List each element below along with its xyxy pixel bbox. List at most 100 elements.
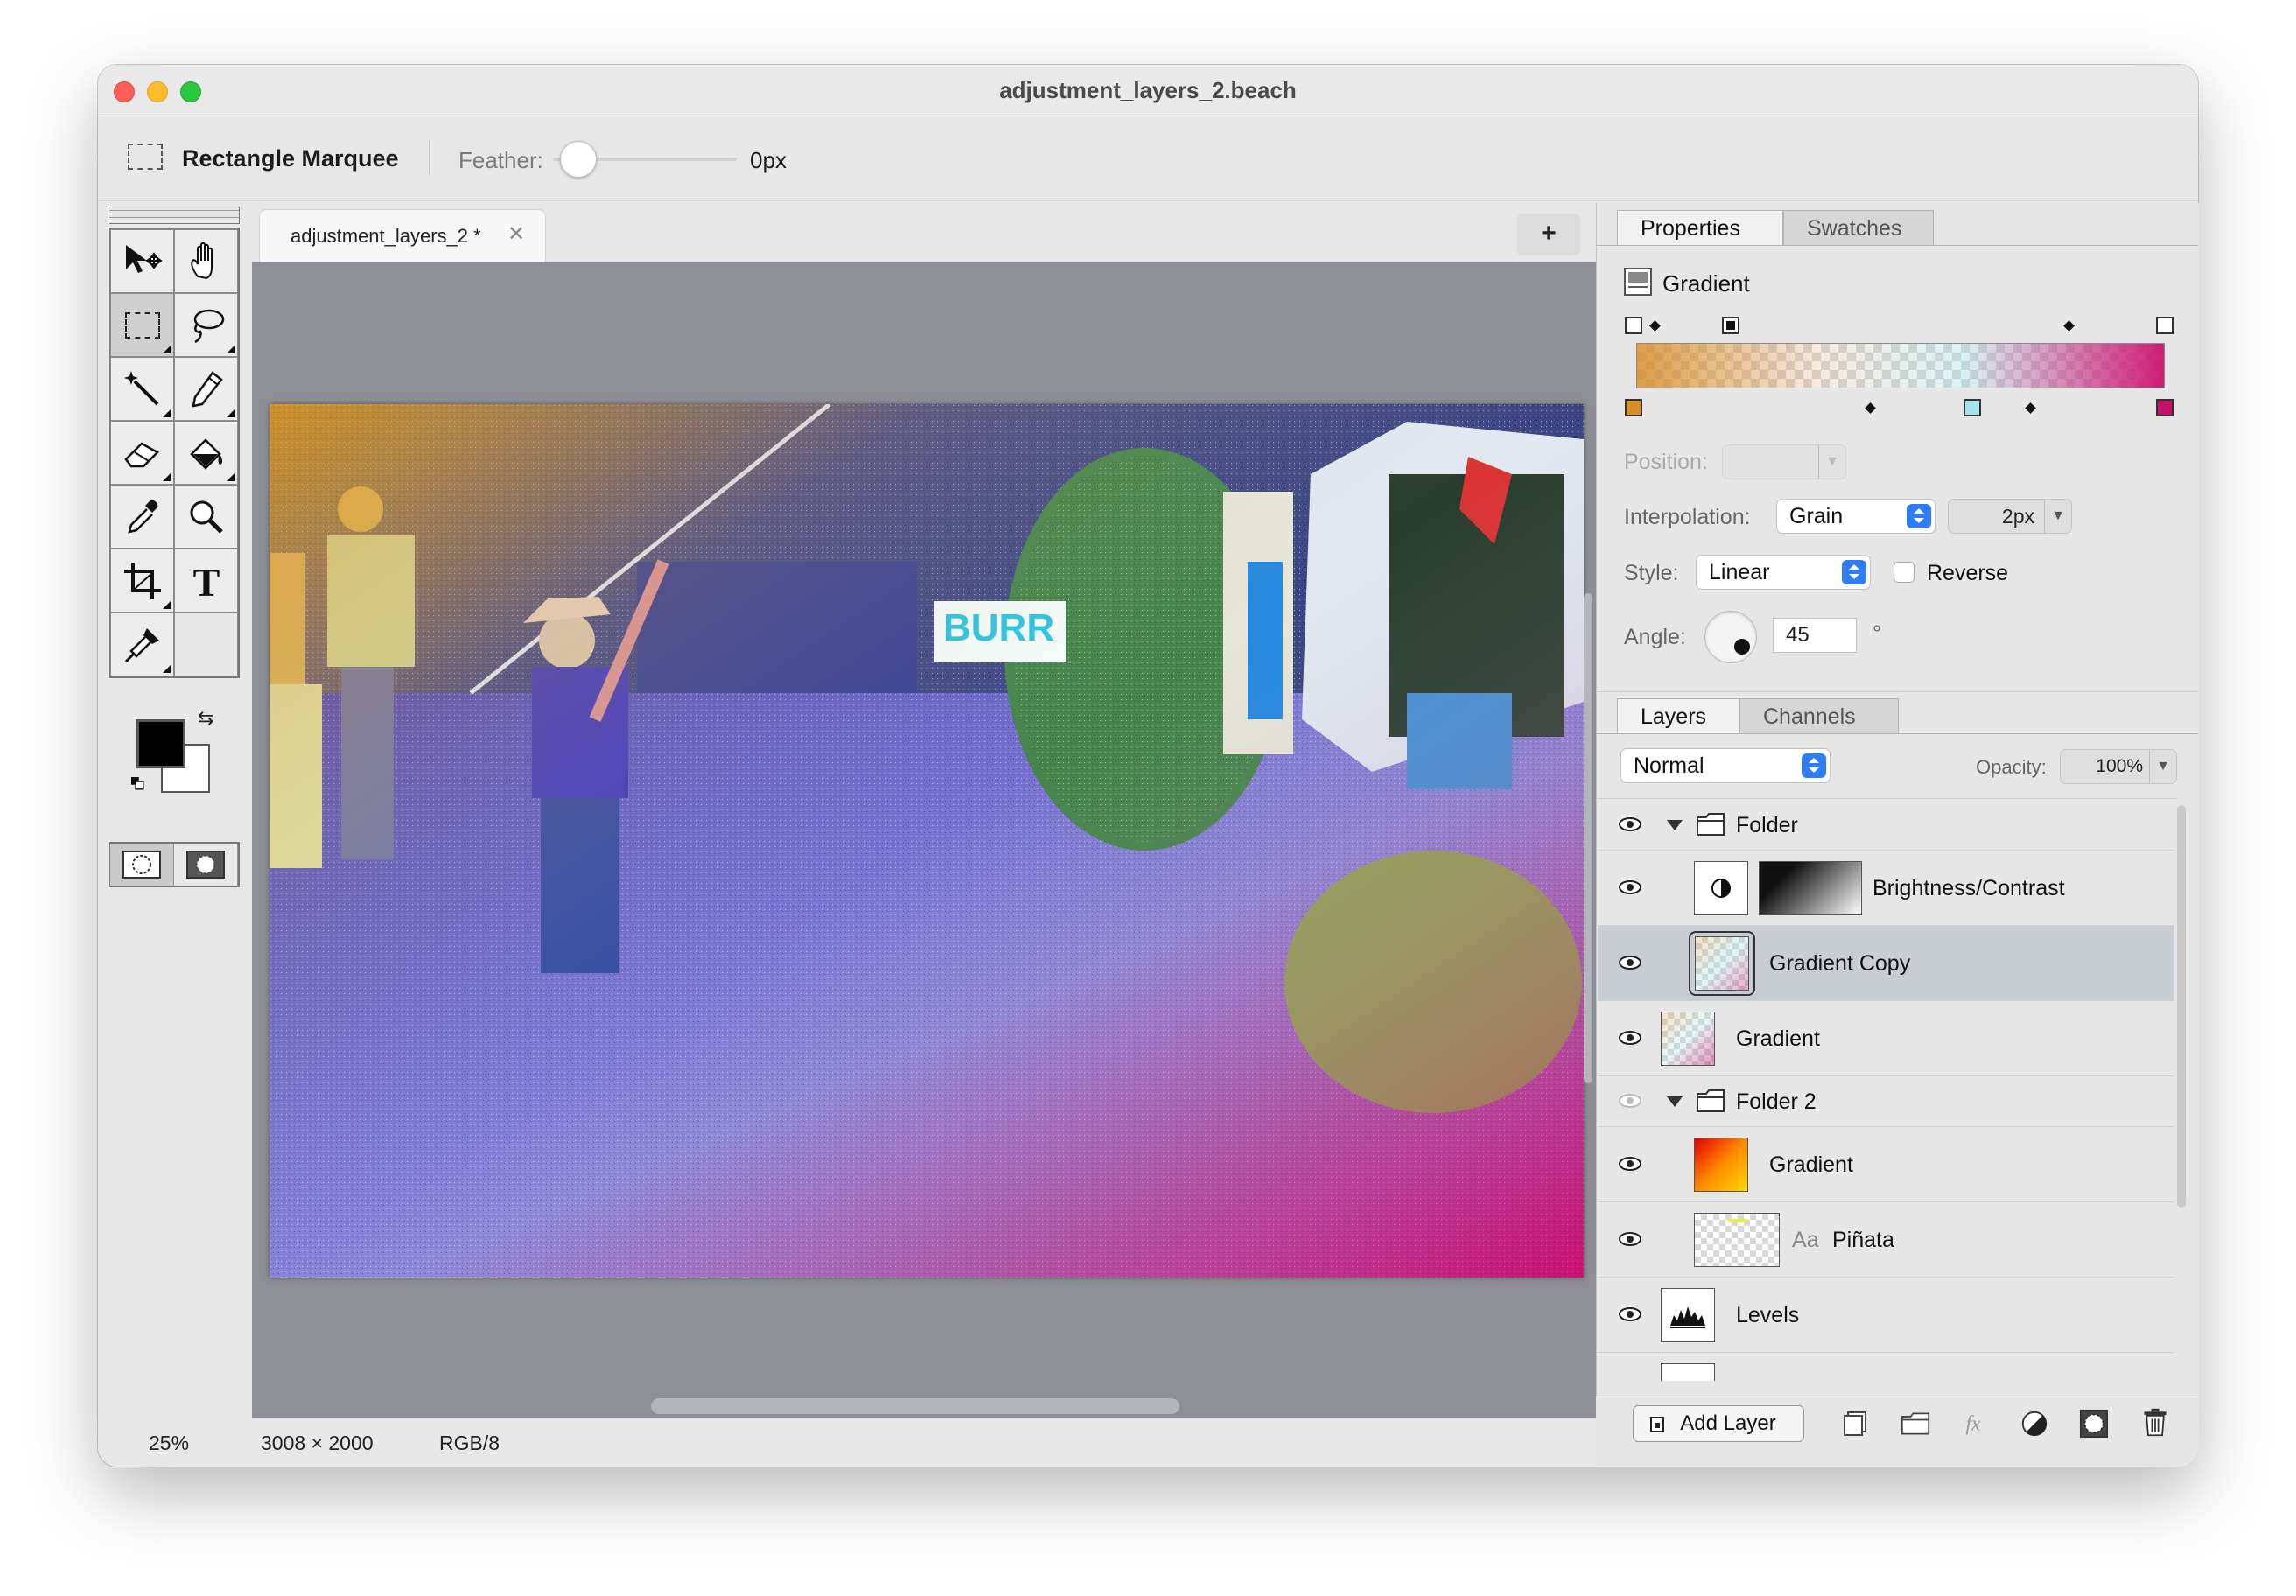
style-value: Linear: [1709, 560, 1770, 584]
visibility-eye-icon[interactable]: [1619, 880, 1642, 894]
text-layer-prefix: Aa: [1792, 1228, 1819, 1252]
opacity-stop-left[interactable]: [1625, 317, 1642, 334]
reverse-checkbox[interactable]: [1894, 562, 1914, 583]
visibility-eye-hidden-icon[interactable]: [1619, 1094, 1642, 1108]
new-folder-icon[interactable]: [1900, 1409, 1930, 1438]
toolbox-grip[interactable]: [108, 206, 240, 224]
eraser-tool[interactable]: [110, 421, 174, 485]
options-bar: [98, 116, 2198, 201]
angle-input[interactable]: 45: [1773, 618, 1857, 653]
opacity-stop-middle[interactable]: [1722, 317, 1740, 334]
zoom-tool[interactable]: [174, 485, 238, 549]
layer-mask-icon[interactable]: [2079, 1409, 2109, 1438]
visibility-eye-icon[interactable]: [1619, 1157, 1642, 1171]
adjustment-layer-icon[interactable]: [2020, 1409, 2049, 1438]
tab-channels[interactable]: Channels: [1740, 698, 1899, 733]
duplicate-layer-icon[interactable]: [1841, 1409, 1871, 1438]
layers-section-divider: [1596, 691, 2198, 692]
layer-row[interactable]: Brightness/Contrast: [1598, 850, 2174, 926]
close-tab-icon[interactable]: ✕: [508, 221, 525, 247]
gradient-thumbnail: [1661, 1012, 1715, 1066]
disclosure-triangle-open-icon[interactable]: [1666, 819, 1684, 831]
opacity-dropdown-arrow[interactable]: ▼: [2149, 750, 2176, 783]
adjustment-thumbnail: [1694, 861, 1748, 915]
magic-wand-tool[interactable]: [110, 357, 174, 421]
swap-colors-icon[interactable]: ⇆: [198, 707, 214, 730]
disclosure-triangle-open-icon[interactable]: [1666, 1096, 1684, 1108]
position-dropdown-arrow: ▼: [1818, 445, 1845, 479]
gradient-thumbnail: [1695, 936, 1749, 990]
visibility-eye-icon[interactable]: [1619, 817, 1642, 831]
visibility-eye-icon[interactable]: [1619, 1232, 1642, 1246]
lasso-tool[interactable]: [174, 293, 238, 357]
empty-tool-slot: [174, 612, 238, 676]
window-title: adjustment_layers_2.beach: [999, 77, 1297, 103]
tab-properties[interactable]: Properties: [1617, 210, 1783, 245]
color-stop-orange[interactable]: [1625, 399, 1642, 416]
foreground-color-swatch[interactable]: [136, 719, 186, 768]
layer-effects-fx-icon[interactable]: fx: [1958, 1409, 1988, 1438]
move-tool[interactable]: [110, 229, 174, 293]
color-stop-magenta[interactable]: [2156, 399, 2174, 416]
visibility-eye-icon[interactable]: [1619, 1031, 1642, 1045]
pencil-tool[interactable]: [174, 357, 238, 421]
toolbox: T: [108, 228, 240, 678]
zoom-level[interactable]: 25%: [149, 1432, 189, 1455]
type-icon: T: [192, 561, 220, 601]
opacity-field[interactable]: 100% ▼: [2060, 749, 2177, 784]
default-colors-icon[interactable]: [131, 777, 145, 791]
interpolation-select[interactable]: Grain: [1776, 499, 1936, 534]
layers-scrollbar[interactable]: [2177, 805, 2186, 1208]
style-select[interactable]: Linear: [1696, 555, 1871, 590]
folder-icon: [1697, 1089, 1725, 1112]
position-field: ▼: [1722, 444, 1846, 480]
layer-mask-thumbnail[interactable]: [1759, 861, 1862, 915]
layer-row[interactable]: Gradient: [1598, 1001, 2174, 1076]
document-canvas-image[interactable]: BURR: [270, 404, 1584, 1278]
tab-layers-label: Layers: [1641, 704, 1707, 729]
crop-icon: [123, 562, 161, 599]
tab-layers[interactable]: Layers: [1617, 698, 1740, 733]
paint-bucket-icon: [189, 438, 222, 470]
grain-size-field[interactable]: 2px ▼: [1948, 499, 2072, 534]
brightness-contrast-icon: [1712, 878, 1731, 898]
layer-row[interactable]: Folder 2: [1598, 1076, 2174, 1127]
canvas-vertical-scrollbar[interactable]: [1584, 593, 1592, 1083]
layer-name: Piñata: [1832, 1228, 1894, 1252]
canvas-horizontal-scrollbar[interactable]: [651, 1398, 1180, 1414]
layer-row-selected[interactable]: Gradient Copy: [1598, 926, 2174, 1001]
new-tab-button[interactable]: +: [1517, 214, 1580, 256]
add-layer-button[interactable]: Add Layer: [1633, 1405, 1804, 1442]
trash-icon[interactable]: [2140, 1407, 2170, 1437]
angle-dial[interactable]: [1704, 611, 1757, 663]
layer-row[interactable]: Gradient: [1598, 1127, 2174, 1202]
photo-content: BURR: [270, 404, 1584, 1278]
clone-tool[interactable]: [110, 612, 174, 676]
color-stop-cyan[interactable]: [1964, 399, 1981, 416]
svg-text:fx: fx: [1965, 1413, 1981, 1436]
visibility-eye-icon[interactable]: [1619, 956, 1642, 970]
eyedropper-tool[interactable]: [110, 485, 174, 549]
crop-tool[interactable]: [110, 549, 174, 612]
type-tool[interactable]: T: [174, 549, 238, 612]
layer-row[interactable]: Folder: [1598, 800, 2174, 850]
text-thumbnail-mark: [1728, 1219, 1747, 1222]
gradient-layer-icon: [1624, 268, 1652, 296]
interpolation-label: Interpolation:: [1624, 505, 1751, 529]
visibility-eye-icon[interactable]: [1619, 1307, 1642, 1321]
grain-size-dropdown-arrow[interactable]: ▼: [2044, 500, 2071, 533]
position-label: Position:: [1624, 450, 1708, 474]
quick-mask-mode-button[interactable]: [174, 844, 238, 886]
rectangle-marquee-tool[interactable]: [110, 293, 174, 357]
standard-mode-button[interactable]: [110, 844, 174, 886]
hand-tool[interactable]: [174, 229, 238, 293]
hand-icon: [190, 242, 213, 279]
opacity-stop-right[interactable]: [2156, 317, 2174, 334]
layer-row[interactable]: Levels: [1598, 1278, 2174, 1353]
feather-slider-knob[interactable]: [560, 141, 597, 178]
paint-bucket-tool[interactable]: [174, 421, 238, 485]
gradient-preview-bar[interactable]: [1636, 343, 2165, 388]
tab-swatches[interactable]: Swatches: [1783, 210, 1934, 245]
layer-row[interactable]: Aa Piñata: [1598, 1202, 2174, 1278]
blend-mode-select[interactable]: Normal: [1620, 748, 1830, 783]
